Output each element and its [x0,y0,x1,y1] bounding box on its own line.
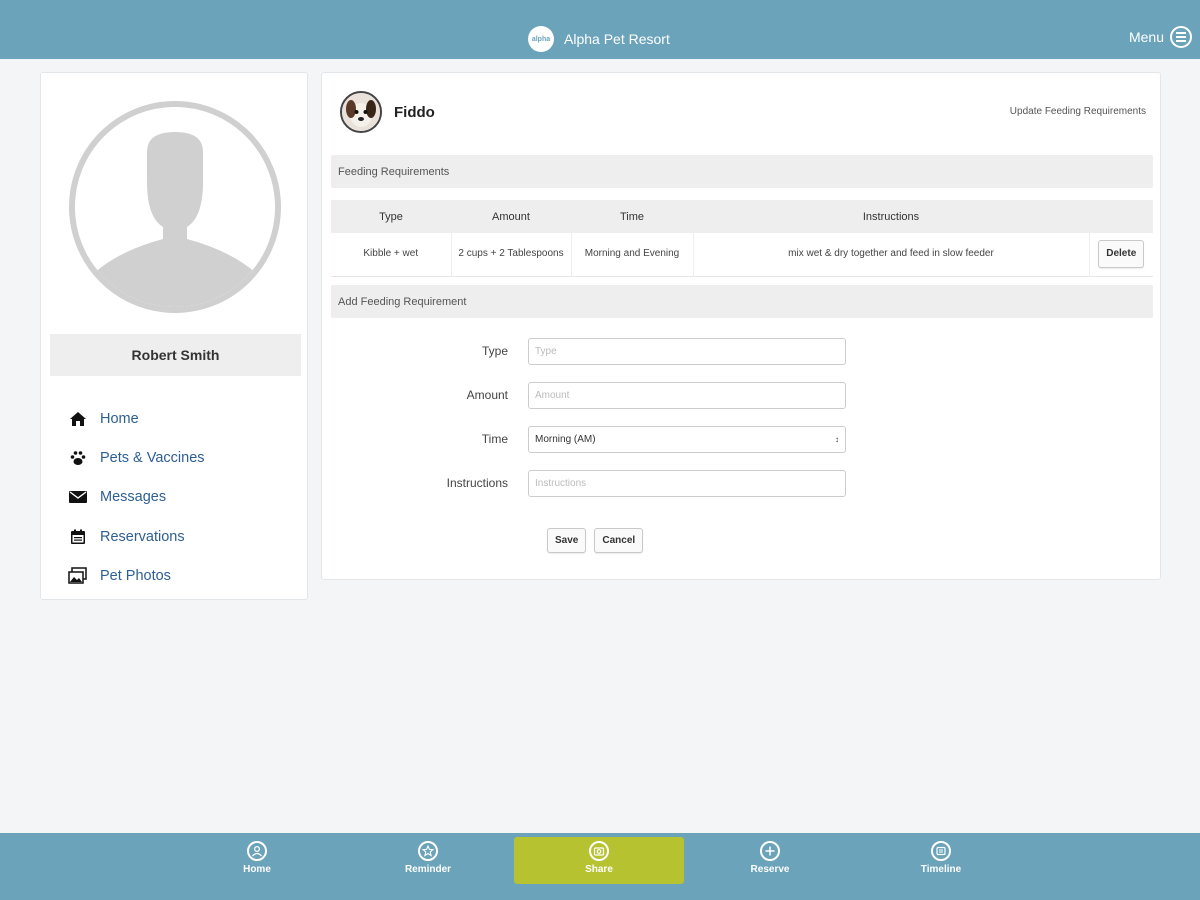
user-name: Robert Smith [50,334,301,376]
top-bar: alpha Alpha Pet Resort Menu [0,0,1200,59]
dog-photo-icon [342,93,380,131]
amount-label: Amount [466,388,508,402]
tab-reserve[interactable]: Reserve [685,837,855,884]
amount-row: Amount [442,381,867,409]
type-input[interactable] [528,337,846,365]
cell-amount: 2 cups + 2 Tablespoons [450,233,571,276]
add-feeding-requirement-header: Add Feeding Requirement [331,285,1153,318]
feeding-requirements-header: Feeding Requirements [331,155,1153,188]
cell-type: Kibble + wet [363,248,419,260]
type-label: Type [481,344,508,358]
camera-icon [589,841,609,861]
cell-actions: Delete [1088,233,1153,276]
photos-icon [67,566,89,586]
delete-button[interactable]: Delete [1098,240,1145,269]
sidebar-item-label: Pet Photos [100,567,171,584]
tab-share[interactable]: Share [514,837,684,884]
cancel-button[interactable]: Cancel [594,528,644,553]
star-icon [418,841,438,861]
feeding-table: Type Amount Time Instructions Kibble + w… [331,200,1153,277]
type-row: Type [442,337,867,365]
paw-icon [67,448,89,468]
cell-instructions: mix wet & dry together and feed in slow … [692,233,1089,276]
sidebar-item-label: Pets & Vaccines [100,449,205,466]
time-row: Time Morning (AM) ↕ [442,425,867,453]
tab-reminder[interactable]: Reminder [343,837,513,884]
instructions-input[interactable] [528,469,846,497]
tab-label: Home [243,864,271,875]
person-silhouette-icon [75,107,275,307]
profile-sidebar: Robert Smith Home Pets & Vaccines Messag… [40,72,308,600]
sidebar-nav: Home Pets & Vaccines Messages Reservatio… [67,399,205,595]
brand-name: Alpha Pet Resort [564,31,670,47]
column-header-amount: Amount [492,210,530,223]
timeline-icon [931,841,951,861]
brand-logo: alpha [528,26,554,52]
plus-circle-icon [760,841,780,861]
page-action-title: Update Feeding Requirements [1009,106,1146,117]
column-header-actions [1089,200,1153,233]
table-header-row: Type Amount Time Instructions [331,200,1153,233]
sidebar-item-home[interactable]: Home [67,399,205,438]
sidebar-item-label: Messages [100,489,167,506]
sidebar-item-pets-vaccines[interactable]: Pets & Vaccines [67,438,205,477]
menu-label: Menu [1128,29,1164,45]
table-row: Kibble + wet 2 cups + 2 Tablespoons Morn… [331,233,1153,276]
cell-time: Morning and Evening [570,233,693,276]
time-select-value: Morning (AM) [535,433,596,445]
user-avatar [69,101,281,313]
envelope-icon [67,487,89,507]
tab-home[interactable]: Home [172,837,342,884]
home-icon [67,409,89,429]
column-header-instructions: Instructions [862,210,920,223]
time-label: Time [481,432,508,446]
bottom-nav: Home Reminder Share Reserve Timeline [0,833,1200,900]
sidebar-item-messages[interactable]: Messages [67,478,205,517]
tab-label: Timeline [920,864,962,875]
instructions-row: Instructions [442,469,867,497]
brand[interactable]: alpha Alpha Pet Resort [528,26,670,52]
user-circle-icon [247,841,267,861]
sidebar-item-label: Home [100,410,139,427]
tab-timeline[interactable]: Timeline [856,837,1026,884]
pet-name: Fiddo [394,104,435,121]
save-button[interactable]: Save [547,528,587,553]
sidebar-item-pet-photos[interactable]: Pet Photos [67,556,205,595]
form-actions: Save Cancel [547,528,644,553]
hamburger-icon [1170,26,1192,48]
pet-avatar[interactable] [340,91,382,133]
sidebar-item-reservations[interactable]: Reservations [67,517,205,556]
sidebar-item-label: Reservations [100,528,185,545]
column-header-type: Type [379,210,403,223]
instructions-label: Instructions [446,476,508,490]
feeding-panel: Fiddo Update Feeding Requirements Feedin… [321,72,1161,580]
column-header-time: Time [619,210,645,223]
menu-button[interactable]: Menu [1129,26,1192,48]
time-select[interactable]: Morning (AM) ↕ [528,425,846,453]
select-arrows-icon: ↕ [835,434,839,444]
amount-input[interactable] [528,381,846,409]
tab-label: Reminder [404,864,452,875]
tab-label: Reserve [750,864,790,875]
tab-label: Share [585,864,613,875]
calendar-icon [67,527,89,547]
